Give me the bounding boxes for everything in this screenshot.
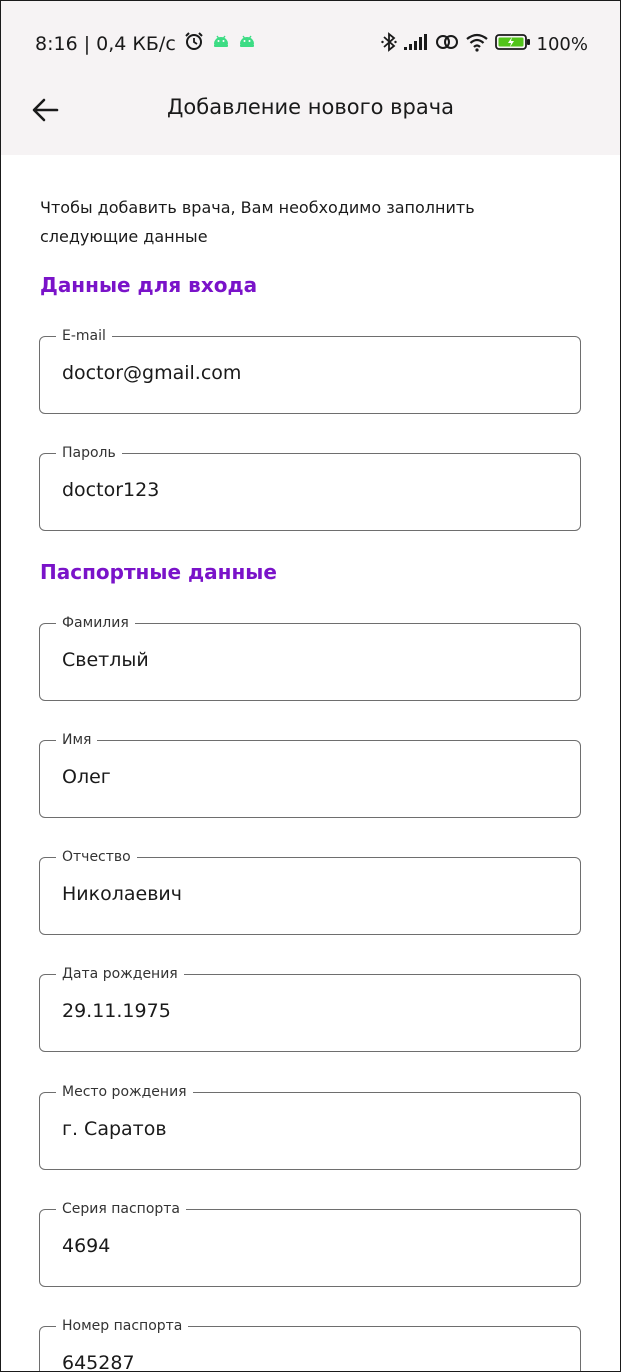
birth-place-field[interactable]: Место рождения	[39, 1082, 581, 1170]
birth-date-field[interactable]: Дата рождения	[39, 964, 581, 1052]
intro-line: Чтобы добавить врача, Вам необходимо зап…	[40, 198, 475, 217]
android-icon	[212, 32, 230, 55]
status-time-speed: 8:16 | 0,4 КБ/с	[35, 32, 176, 55]
email-label: E-mail	[56, 326, 112, 346]
link-icon	[435, 32, 459, 57]
passport-number-input[interactable]	[62, 1352, 542, 1371]
surname-label: Фамилия	[56, 613, 135, 633]
page-title: Добавление нового врача	[167, 95, 454, 119]
section-title-login: Данные для входа	[40, 273, 258, 297]
battery-percent: 100%	[536, 34, 588, 55]
name-label: Имя	[56, 730, 98, 750]
section-title-passport: Паспортные данные	[40, 560, 277, 584]
intro-text: Чтобы добавить врача, Вам необходимо зап…	[40, 193, 580, 251]
email-input[interactable]	[62, 362, 542, 384]
passport-series-label: Серия паспорта	[56, 1199, 187, 1219]
name-field[interactable]: Имя	[39, 730, 581, 818]
status-bar: 8:16 | 0,4 КБ/с 100%	[1, 27, 620, 61]
signal-icon	[403, 33, 429, 56]
name-input[interactable]	[62, 766, 542, 788]
birth-place-label: Место рождения	[56, 1082, 193, 1102]
passport-series-input[interactable]	[62, 1235, 542, 1257]
alarm-icon	[184, 31, 204, 56]
wifi-icon	[465, 32, 489, 57]
birth-place-input[interactable]	[62, 1118, 542, 1140]
password-label: Пароль	[56, 443, 122, 463]
patronymic-label: Отчество	[56, 847, 137, 867]
top-bar: 8:16 | 0,4 КБ/с 100% Добавление нового в…	[1, 1, 620, 155]
passport-number-label: Номер паспорта	[56, 1316, 189, 1336]
patronymic-field[interactable]: Отчество	[39, 847, 581, 935]
screen: 8:16 | 0,4 КБ/с 100% Добавление нового в…	[0, 0, 621, 1372]
email-field[interactable]: E-mail	[39, 326, 581, 414]
passport-number-field[interactable]: Номер паспорта	[39, 1316, 581, 1371]
android-icon	[238, 32, 256, 55]
battery-charging-icon	[494, 32, 531, 57]
status-left: 8:16 | 0,4 КБ/с	[35, 31, 256, 56]
passport-series-field[interactable]: Серия паспорта	[39, 1199, 581, 1287]
surname-input[interactable]	[62, 649, 542, 671]
surname-field[interactable]: Фамилия	[39, 613, 581, 701]
patronymic-input[interactable]	[62, 883, 542, 905]
birth-date-input[interactable]	[62, 1000, 542, 1022]
birth-date-label: Дата рождения	[56, 964, 184, 984]
password-input[interactable]	[62, 479, 542, 501]
bluetooth-icon	[380, 31, 397, 58]
status-right: 100%	[380, 31, 588, 58]
intro-line: следующие данные	[40, 227, 208, 246]
password-field[interactable]: Пароль	[39, 443, 581, 531]
